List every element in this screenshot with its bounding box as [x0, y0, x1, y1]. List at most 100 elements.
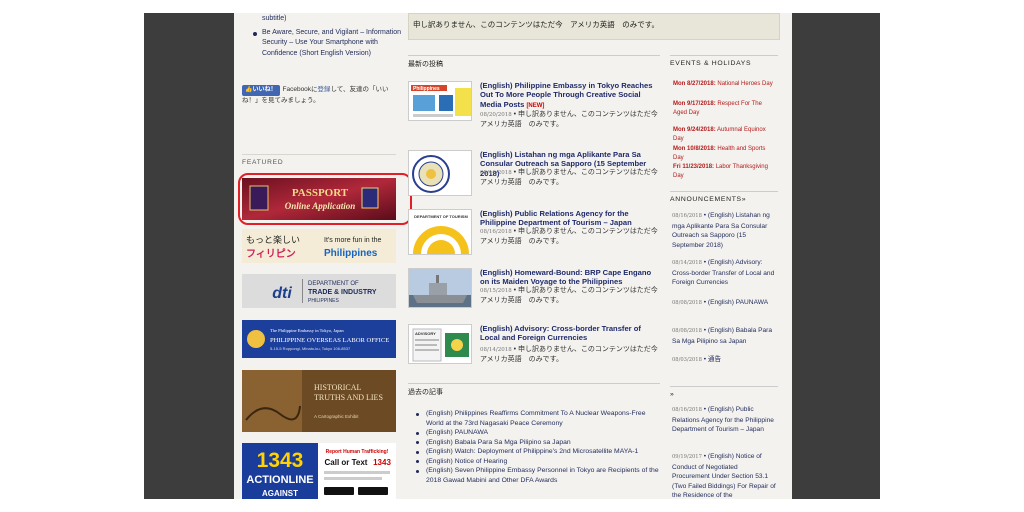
past-post-link[interactable]: (English) Watch: Deployment of Philippin… [408, 447, 660, 457]
post-date: 08/14/2018 [480, 347, 512, 353]
past-post-link[interactable]: (English) Philippines Reaffirms Commitme… [408, 409, 660, 428]
secondary-date: 08/16/2018 [672, 407, 702, 413]
hotline-banner[interactable]: 1343 ACTIONLINE AGAINST Report Human Tra… [242, 443, 396, 499]
hotline-call: Call or Text [325, 458, 368, 467]
announcement-item[interactable]: 08/16/2018 • (English) Listahan ng mga A… [672, 211, 776, 250]
tourism-en-line1: It's more fun in the [324, 237, 381, 244]
polo-address: 5-15-5 Roppongi, Minato-ku, Tokyo 106-85… [270, 346, 351, 351]
hotline-report: Report Human Trafficking! [326, 449, 389, 455]
history-line2: TRUTHS AND LIES [314, 393, 383, 402]
announcements-heading[interactable]: ANNOUNCEMENTS» [670, 191, 778, 203]
post-meta: 08/14/2018 • 申し訳ありません、このコンテンツはただ今 アメリカ英語… [480, 346, 665, 363]
hotline-number: 1343 [257, 449, 304, 472]
post-thumbnail[interactable]: DEPARTMENT OF TOURISM [408, 209, 472, 255]
announcement-date: 08/08/2018 [672, 300, 702, 306]
post-item: DEPARTMENT OF TOURISM (English) Public R… [408, 209, 665, 259]
dti-line3: PHILIPPINES [308, 298, 340, 304]
event-date: Mon 9/17/2018: [673, 101, 716, 107]
thumb3-label: DEPARTMENT OF TOURISM [414, 214, 468, 219]
recent-posts-heading: 最新の投稿 [408, 55, 660, 69]
event-date: Mon 10/8/2018: [673, 146, 716, 152]
announcement-item[interactable]: 08/03/2018 • 通告 [672, 355, 776, 366]
dti-line1: DEPARTMENT OF [308, 281, 359, 287]
past-posts-list: (English) Philippines Reaffirms Commitme… [408, 409, 660, 485]
post-date: 08/20/2018 [480, 112, 512, 118]
thumb5-label: ADVISORY [415, 331, 436, 336]
tourism-jp-line1: もっと楽しい [246, 234, 300, 246]
post-date: 08/15/2018 [480, 288, 512, 294]
app-store-icon [324, 487, 354, 495]
polo-banner[interactable]: The Philippine Embassy in Tokyo, Japan P… [242, 320, 396, 358]
event-date: Mon 8/27/2018: [673, 81, 716, 87]
post-meta: 08/15/2018 • 申し訳ありません、このコンテンツはただ今 アメリカ英語… [480, 287, 665, 304]
facebook-register-link[interactable]: 登録 [318, 86, 331, 93]
post-meta: 08/20/2018 • 申し訳ありません、このコンテンツはただ今 アメリカ英語… [480, 111, 665, 128]
post-date: 08/16/2018 [480, 170, 512, 176]
tourism-jp-line2: フィリピン [246, 248, 296, 260]
post-title-link[interactable]: (English) Public Relations Agency for th… [480, 209, 662, 228]
philippines-tourism-banner[interactable]: もっと楽しい フィリピン It's more fun in the Philip… [242, 229, 396, 263]
event-date: Mon 9/24/2018: [673, 127, 716, 133]
right-gutter [792, 13, 880, 499]
post-thumbnail[interactable]: ADVISORY [408, 324, 472, 364]
highlight-circle [238, 173, 412, 225]
history-line3: A Cartographic Exhibit [314, 414, 359, 419]
video-list: subtitle) Be Aware, Secure, and Vigilant… [246, 14, 412, 59]
historical-exhibit-banner[interactable]: HISTORICAL TRUTHS AND LIES A Cartographi… [242, 370, 396, 432]
post-meta: 08/16/2018 • 申し訳ありません、このコンテンツはただ今 アメリカ英語… [480, 169, 665, 186]
secondary-item[interactable]: 09/19/2017 • (English) Notice of Conduct… [672, 452, 776, 499]
past-post-link[interactable]: (English) Babala Para Sa Mga Pilipino sa… [408, 438, 660, 448]
post-meta: 08/16/2018 • 申し訳ありません、このコンテンツはただ今 アメリカ英語… [480, 228, 665, 245]
polo-title: PHILIPPINE OVERSEAS LABOR OFFICE [270, 337, 389, 344]
post-item: ADVISORY (English) Advisory: Cross-borde… [408, 324, 665, 369]
tourism-en-line2: Philippines [324, 248, 378, 259]
history-line1: HISTORICAL [314, 383, 362, 392]
announcement-item[interactable]: 08/08/2018 • (English) PAUNAWA [672, 298, 776, 309]
past-post-link[interactable]: (English) PAUNAWA [408, 428, 660, 438]
facebook-like-box: 👍いいね！ Facebookに登録して、友達の「いいね！」を見てみましょう。 [242, 85, 396, 106]
event-item[interactable]: Mon 9/24/2018: Autumnal Equinox Day [673, 126, 777, 143]
post-thumbnail[interactable] [408, 268, 472, 308]
video-list-item[interactable]: Be Aware, Secure, and Vigilant – Informa… [253, 28, 412, 60]
post-thumbnail[interactable] [408, 150, 472, 196]
post-thumbnail[interactable]: Philippines [408, 81, 472, 121]
event-item[interactable]: Mon 8/27/2018: National Heroes Day [673, 80, 777, 89]
post-title-link[interactable]: (English) Homeward-Bound: BRP Cape Engan… [480, 268, 662, 287]
hotline-word: ACTIONLINE [246, 474, 313, 486]
left-gutter [144, 13, 234, 499]
secondary-heading[interactable]: » [670, 386, 778, 398]
facebook-like-button[interactable]: 👍いいね！ [242, 85, 280, 97]
facebook-text: Facebookに [282, 86, 318, 93]
page-content: subtitle) Be Aware, Secure, and Vigilant… [234, 13, 792, 499]
post-title-link[interactable]: (English) Advisory: Cross-border Transfe… [480, 324, 662, 343]
announcement-item[interactable]: 08/14/2018 • (English) Advisory: Cross-b… [672, 258, 776, 288]
event-item[interactable]: Fri 11/23/2018: Labor Thanksgiving Day [673, 163, 777, 180]
announcement-item[interactable]: 08/08/2018 • (English) Babala Para Sa Mg… [672, 326, 776, 346]
new-badge: [NEW] [526, 102, 545, 109]
seal-icon [247, 330, 265, 348]
dti-banner[interactable]: dti DEPARTMENT OF TRADE & INDUSTRY PHILI… [242, 274, 396, 308]
left-column: subtitle) Be Aware, Secure, and Vigilant… [234, 13, 412, 499]
past-posts-heading: 過去の記事 [408, 383, 660, 397]
featured-heading: FEATURED [242, 154, 396, 166]
post-date: 08/16/2018 [480, 229, 512, 235]
announcement-text: 通告 [707, 356, 722, 363]
secondary-item[interactable]: 08/16/2018 • (English) Public Relations … [672, 405, 776, 435]
post-title-link[interactable]: (English) Philippine Embassy in Tokyo Re… [480, 81, 662, 111]
ship-icon [413, 295, 467, 303]
past-post-link[interactable]: (English) Seven Philippine Embassy Perso… [408, 466, 660, 485]
main-column: 申し訳ありません、このコンテンツはただ今 アメリカ英語 のみです。 最新の投稿 … [408, 13, 780, 499]
announcement-text: (English) PAUNAWA [707, 299, 769, 306]
dti-line2: TRADE & INDUSTRY [308, 289, 377, 296]
secondary-date: 09/19/2017 [672, 454, 702, 460]
event-name: National Heroes Day [717, 81, 773, 87]
past-post-link[interactable]: (English) Notice of Hearing [408, 457, 660, 467]
hotline-call-number: 1343 [373, 458, 391, 467]
event-date: Fri 11/23/2018: [673, 164, 715, 170]
video-list-item[interactable]: subtitle) [262, 14, 412, 25]
post-item: (English) Listahan ng mga Aplikante Para… [408, 150, 665, 200]
event-item[interactable]: Mon 9/17/2018: Respect For The Aged Day [673, 100, 777, 117]
event-item[interactable]: Mon 10/8/2018: Health and Sports Day [673, 145, 777, 162]
post-item: Philippines (English) Philippine Embassy… [408, 81, 665, 129]
thumb1-label: Philippines [413, 86, 440, 92]
